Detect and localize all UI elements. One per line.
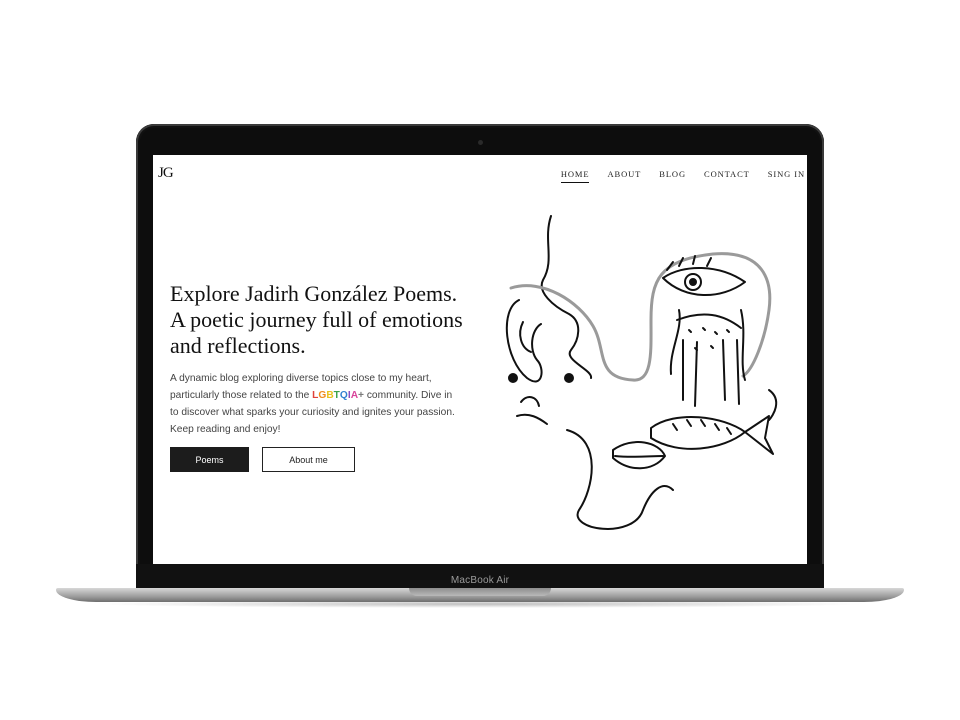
lgbtqia-letter: B [326, 390, 334, 401]
nav-home[interactable]: HOME [560, 169, 590, 183]
lgbtqia-letter: A [350, 390, 359, 401]
trackpad-notch [409, 588, 551, 596]
poems-button[interactable]: Poems [170, 447, 249, 472]
hero-description: A dynamic blog exploring diverse topics … [170, 370, 460, 438]
about-me-button[interactable]: About me [262, 447, 355, 472]
nav-about[interactable]: ABOUT [607, 169, 641, 183]
site-logo[interactable]: JG [158, 165, 174, 182]
line-art-illustration [505, 215, 778, 530]
laptop-screen: JG HOME ABOUT BLOG CONTACT SING IN Explo… [153, 155, 807, 564]
model-label: MacBook Air [450, 575, 510, 586]
main-nav: HOME ABOUT BLOG CONTACT SING IN [560, 169, 805, 183]
webcam [478, 140, 483, 145]
nav-blog[interactable]: BLOG [659, 169, 686, 183]
nav-sign-in[interactable]: SING IN [768, 169, 805, 183]
nav-contact[interactable]: CONTACT [704, 169, 750, 183]
hero-title: Explore Jadirh González Poems. A poetic … [170, 281, 463, 358]
lgbtqia-highlight: LGBTQIA+ [312, 390, 364, 401]
lgbtqia-letter: Q [339, 390, 348, 401]
